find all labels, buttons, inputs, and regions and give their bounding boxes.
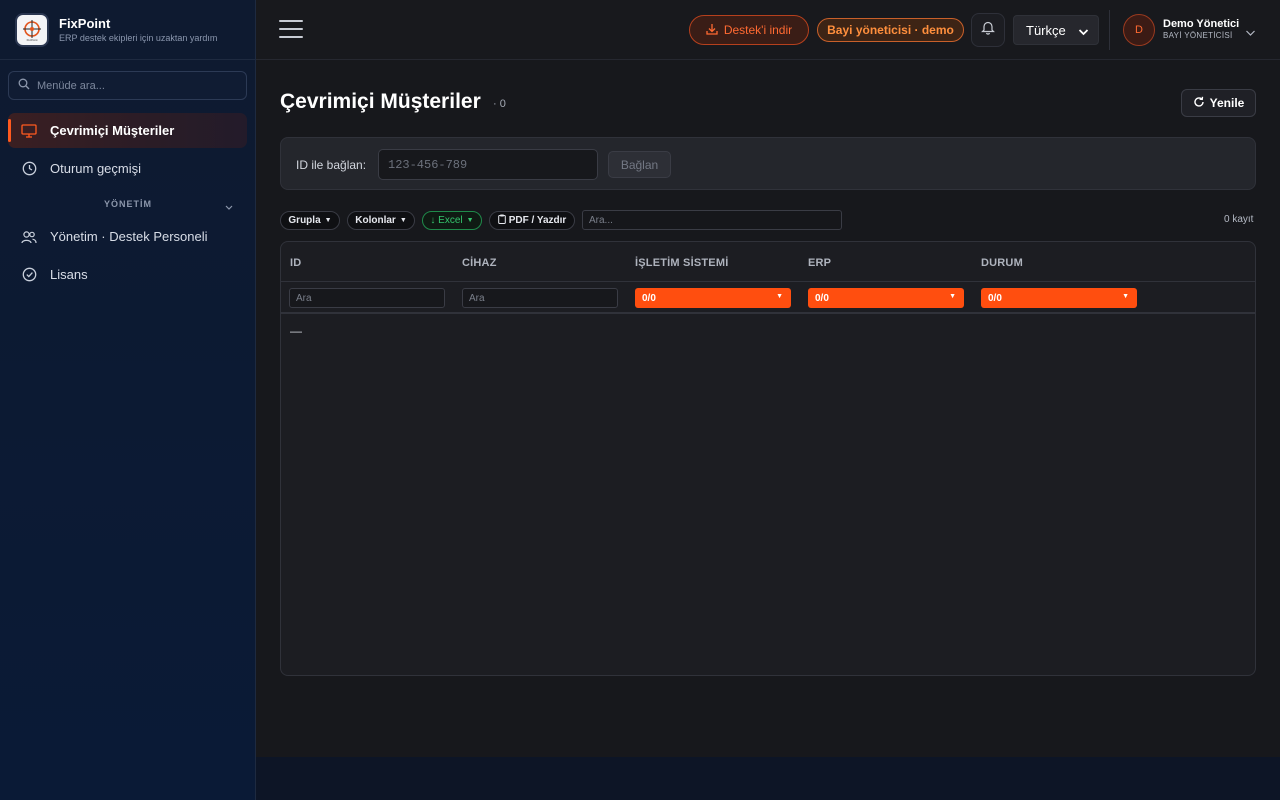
language-value: Türkçe: [1026, 22, 1066, 38]
topbar: Destek'i indir Bayi yöneticisi · demo Tü…: [256, 0, 1280, 60]
avatar[interactable]: D: [1123, 14, 1155, 46]
brand: FixPoint FixPoint ERP destek ekipleri iç…: [0, 0, 255, 60]
sidebar-item-license[interactable]: Lisans: [8, 257, 247, 292]
menu-toggle-icon[interactable]: [279, 20, 303, 40]
caret-down-icon: ▼: [949, 293, 956, 300]
user-role: BAYİ YÖNETİCİSİ: [1163, 31, 1233, 40]
filter-status-value: 0/0: [988, 292, 1002, 304]
bell-icon: [981, 20, 995, 40]
sidebar-item-label: Oturum geçmişi: [50, 161, 142, 176]
sidebar-item-label: Lisans: [50, 267, 88, 282]
check-circle-icon: [21, 267, 37, 283]
column-header-device[interactable]: CİHAZ: [462, 257, 497, 269]
column-header-os[interactable]: İŞLETİM SİSTEMİ: [635, 257, 728, 269]
group-label: Grupla: [288, 215, 321, 226]
column-header-id[interactable]: ID: [290, 257, 301, 269]
caret-down-icon: ▼: [1122, 293, 1129, 300]
download-icon: [706, 23, 718, 38]
user-name[interactable]: Demo Yönetici: [1163, 18, 1239, 30]
search-icon: [18, 77, 30, 95]
clipboard-icon: [497, 214, 506, 227]
sidebar-item-label: Yönetim · Destek Personeli: [50, 229, 208, 244]
group-button[interactable]: Grupla ▼: [280, 211, 340, 230]
filter-device-input[interactable]: [462, 288, 618, 308]
monitor-icon: [21, 123, 37, 139]
filter-os-value: 0/0: [642, 292, 656, 304]
pdf-label: PDF / Yazdır: [508, 215, 567, 226]
sidebar-item-support-staff[interactable]: Yönetim · Destek Personeli: [8, 219, 247, 254]
filter-status-select[interactable]: 0/0 ▼: [981, 288, 1137, 308]
table-header: ID CİHAZ İŞLETİM SİSTEMİ ERP DURUM: [281, 242, 1255, 282]
clock-icon: [21, 161, 37, 177]
sidebar: FixPoint FixPoint ERP destek ekipleri iç…: [0, 0, 256, 800]
filter-row: 0/0 ▼ 0/0 ▼ 0/0 ▼: [281, 282, 1255, 314]
filter-id-input[interactable]: [289, 288, 445, 308]
users-icon: [21, 229, 37, 245]
divider: [1109, 10, 1110, 50]
language-select[interactable]: Türkçe: [1013, 15, 1099, 45]
table-search-input[interactable]: [582, 210, 842, 230]
sidebar-item-online-customers[interactable]: Çevrimiçi Müşteriler: [8, 113, 247, 148]
empty-placeholder: —: [290, 324, 302, 338]
chevron-down-icon[interactable]: [224, 199, 234, 217]
refresh-label: Yenile: [1209, 96, 1245, 110]
column-header-status[interactable]: DURUM: [981, 257, 1023, 269]
svg-text:FixPoint: FixPoint: [27, 38, 38, 42]
filter-erp-value: 0/0: [815, 292, 829, 304]
connect-id-input[interactable]: [378, 149, 598, 180]
page-title: Çevrimiçi Müşteriler: [280, 90, 481, 113]
brand-tagline: ERP destek ekipleri için uzaktan yardım: [59, 33, 218, 43]
customers-table: ID CİHAZ İŞLETİM SİSTEMİ ERP DURUM 0/0 ▼ …: [280, 241, 1256, 676]
record-count: 0 kayıt: [1224, 214, 1254, 225]
refresh-icon: [1193, 96, 1205, 111]
chevron-down-icon: [1078, 25, 1089, 40]
pdf-print-button[interactable]: PDF / Yazdır: [489, 211, 575, 230]
footer-strip: [256, 757, 1280, 800]
columns-button[interactable]: Kolonlar ▼: [347, 211, 415, 230]
excel-export-button[interactable]: ↓ Excel ▼: [422, 211, 482, 230]
filter-os-select[interactable]: 0/0 ▼: [635, 288, 791, 308]
download-label: Destek'i indir: [723, 23, 793, 37]
caret-down-icon: ▼: [399, 217, 407, 224]
column-header-erp[interactable]: ERP: [808, 257, 831, 269]
page-count: · 0: [493, 98, 506, 110]
notifications-button[interactable]: [971, 13, 1005, 47]
download-support-button[interactable]: Destek'i indir: [689, 15, 809, 45]
filter-erp-select[interactable]: 0/0 ▼: [808, 288, 964, 308]
main-content: Çevrimiçi Müşteriler · 0 Yenile ID ile b…: [256, 60, 1280, 757]
connect-label: ID ile bağlan:: [296, 158, 367, 172]
refresh-button[interactable]: Yenile: [1181, 89, 1256, 117]
columns-label: Kolonlar: [355, 215, 396, 226]
sidebar-item-label: Çevrimiçi Müşteriler: [50, 123, 175, 138]
brand-name: FixPoint: [59, 16, 111, 31]
section-label-management: YÖNETİM: [103, 199, 152, 209]
sidebar-item-session-history[interactable]: Oturum geçmişi: [8, 151, 247, 186]
caret-down-icon: ▼: [324, 217, 332, 224]
excel-label: ↓ Excel: [430, 215, 463, 226]
sidebar-search[interactable]: [8, 71, 247, 100]
logo[interactable]: FixPoint: [15, 12, 49, 47]
caret-down-icon: ▼: [466, 217, 474, 224]
connect-card: ID ile bağlan: Bağlan: [280, 137, 1256, 190]
sidebar-search-input[interactable]: [37, 79, 227, 92]
role-badge: Bayi yöneticisi · demo: [817, 18, 964, 42]
chevron-down-icon[interactable]: [1245, 24, 1256, 42]
caret-down-icon: ▼: [776, 293, 783, 300]
connect-button[interactable]: Bağlan: [608, 151, 671, 178]
